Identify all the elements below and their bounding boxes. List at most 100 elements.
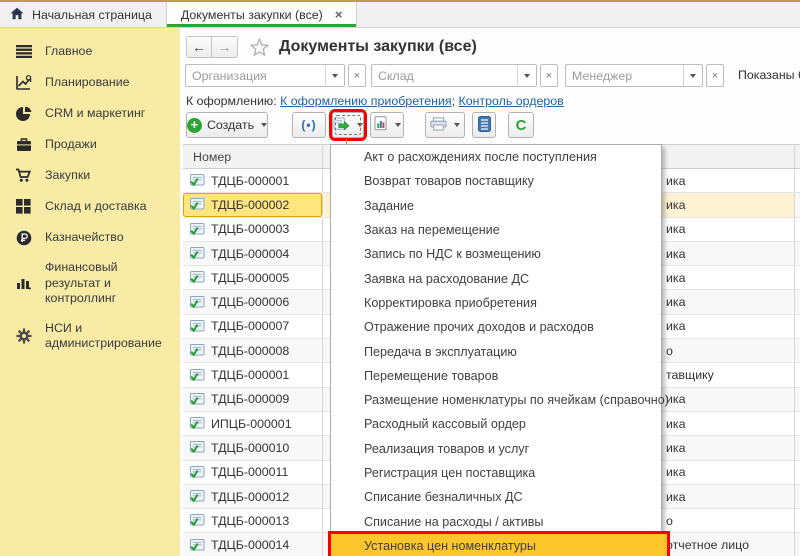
chevron-down-icon[interactable] (517, 65, 536, 86)
chevron-down-icon[interactable] (325, 65, 344, 86)
app-window: Начальная страница Документы закупки (вс… (0, 0, 800, 556)
number-cell[interactable]: ТДЦБ-000001 (183, 169, 323, 192)
edge-cell (795, 461, 800, 484)
manager-input[interactable] (566, 65, 683, 86)
to-process-row: К оформлению: К оформлению приобретения;… (186, 94, 564, 110)
refresh-button[interactable]: C (508, 112, 534, 138)
create-based-on-button[interactable] (332, 112, 364, 138)
favorite-star-icon[interactable] (250, 38, 269, 56)
menu-item[interactable]: Отражение прочих доходов и расходов (331, 315, 661, 339)
reports-button[interactable] (370, 112, 404, 138)
chevron-down-icon[interactable] (683, 65, 702, 86)
edge-cell (795, 193, 800, 216)
create-button[interactable]: + Создать (186, 112, 268, 138)
menu-item[interactable]: Расходный кассовый ордер (331, 412, 661, 436)
refresh-icon: C (516, 117, 527, 134)
related-documents-button[interactable]: (•) (292, 112, 326, 138)
menu-item[interactable]: Задание (331, 194, 661, 218)
menu-item-label: Передача в эксплуатацию (364, 345, 517, 359)
clear-icon[interactable]: × (706, 64, 724, 87)
detail-fragment: ика (666, 465, 686, 479)
number-cell[interactable]: ТДЦБ-000004 (183, 242, 323, 265)
links-separator: ; (452, 94, 455, 108)
menu-item-label: Реализация товаров и услуг (364, 442, 529, 456)
sidebar-item-label: НСИ и администрирование (45, 321, 172, 352)
menu-item[interactable]: Списание на расходы / активы (331, 509, 661, 533)
sidebar-item-crm[interactable]: CRM и маркетинг (0, 98, 180, 129)
chevron-down-icon (454, 123, 460, 127)
sidebar-item-warehouse[interactable]: Склад и доставка (0, 191, 180, 222)
menu-item[interactable]: Установка цен номенклатуры (331, 534, 667, 556)
print-button[interactable] (425, 112, 465, 138)
menu-item[interactable]: Запись по НДС к возмещению (331, 242, 661, 266)
to-process-purchases-link[interactable]: К оформлению приобретения (280, 94, 451, 108)
menu-item[interactable]: Реализация товаров и услуг (331, 437, 661, 461)
order-control-link[interactable]: Контроль ордеров (458, 94, 563, 108)
sidebar-item-admin[interactable]: НСИ и администрирование (0, 314, 180, 359)
organization-input[interactable] (186, 65, 325, 86)
detail-fragment: ика (666, 247, 686, 261)
number-cell[interactable]: ТДЦБ-000001 (183, 363, 323, 386)
chevron-down-icon (395, 123, 401, 127)
sidebar-item-main[interactable]: Главное (0, 36, 180, 67)
chevron-down-icon (357, 123, 363, 127)
clear-icon[interactable]: × (540, 64, 558, 87)
detail-fragment: о (666, 514, 673, 528)
number-cell[interactable]: ТДЦБ-000005 (183, 266, 323, 289)
menu-item[interactable]: Акт о расхождениях после поступления (331, 145, 661, 169)
menu-item[interactable]: Заявка на расходование ДС (331, 266, 661, 290)
detail-fragment: ика (666, 392, 686, 406)
number-cell[interactable]: ТДЦБ-000012 (183, 485, 323, 508)
list-view-button[interactable] (472, 112, 496, 138)
document-check-icon (189, 417, 205, 430)
sidebar-item-finance[interactable]: Финансовый результат и контроллинг (0, 253, 180, 314)
sidebar-item-treasury[interactable]: Казначейство (0, 222, 180, 253)
document-check-icon (189, 223, 205, 236)
menu-item[interactable]: Перемещение товаров (331, 364, 661, 388)
menu-item[interactable]: Списание безналичных ДС (331, 485, 661, 509)
menu-item[interactable]: Возврат товаров поставщику (331, 169, 661, 193)
back-button[interactable]: ← (186, 36, 212, 58)
sidebar-item-planning[interactable]: Планирование (0, 67, 180, 98)
menu-item[interactable]: Размещение номенклатуры по ячейкам (спра… (331, 388, 661, 412)
clear-icon[interactable]: × (348, 64, 366, 87)
column-header-number[interactable]: Номер (183, 145, 323, 168)
tab-purchase-documents[interactable]: Документы закупки (все) × (166, 2, 358, 27)
sidebar-item-label: CRM и маркетинг (45, 106, 145, 122)
forward-button[interactable]: → (212, 36, 238, 58)
sidebar-item-sales[interactable]: Продажи (0, 129, 180, 160)
number-cell[interactable]: ТДЦБ-000013 (183, 509, 323, 532)
number-cell[interactable]: ТДЦБ-000006 (183, 290, 323, 313)
menu-item[interactable]: Регистрация цен поставщика (331, 461, 661, 485)
number-cell[interactable]: ТДЦБ-000003 (183, 218, 323, 241)
edge-cell (795, 339, 800, 362)
menu-item[interactable]: Корректировка приобретения (331, 291, 661, 315)
document-check-icon (189, 466, 205, 479)
menu-item-label: Установка цен номенклатуры (364, 539, 536, 553)
document-check-icon (189, 296, 205, 309)
warehouse-input[interactable] (372, 65, 517, 86)
sidebar-item-purchases[interactable]: Закупки (0, 160, 180, 191)
document-check-icon (189, 369, 205, 382)
shown-count-label: Показаны 6 х (738, 68, 800, 82)
number-cell[interactable]: ТДЦБ-000008 (183, 339, 323, 362)
detail-fragment: о (666, 344, 673, 358)
sidebar-item-label: Главное (45, 44, 92, 60)
number-cell[interactable]: ТДЦБ-000007 (183, 315, 323, 338)
number-cell[interactable]: ТДЦБ-000011 (183, 461, 323, 484)
menu-item[interactable]: Передача в эксплуатацию (331, 339, 661, 363)
number-cell[interactable]: ТДЦБ-000010 (183, 436, 323, 459)
document-check-icon (189, 344, 205, 357)
parentheses-dot-icon: (•) (301, 118, 316, 132)
document-check-icon (189, 393, 205, 406)
number-cell[interactable]: ИПЦБ-000001 (183, 412, 323, 435)
number-cell[interactable]: ТДЦБ-000014 (183, 533, 323, 556)
tab-home[interactable]: Начальная страница (0, 2, 166, 27)
menu-item-label: Размещение номенклатуры по ячейкам (спра… (364, 393, 669, 407)
menu-item[interactable]: Заказ на перемещение (331, 218, 661, 242)
plus-icon: + (187, 118, 202, 133)
close-icon[interactable]: × (335, 7, 343, 22)
menu-item-label: Акт о расхождениях после поступления (364, 150, 597, 164)
number-cell[interactable]: ТДЦБ-000009 (183, 388, 323, 411)
number-cell[interactable]: ТДЦБ-000002 (183, 193, 323, 216)
